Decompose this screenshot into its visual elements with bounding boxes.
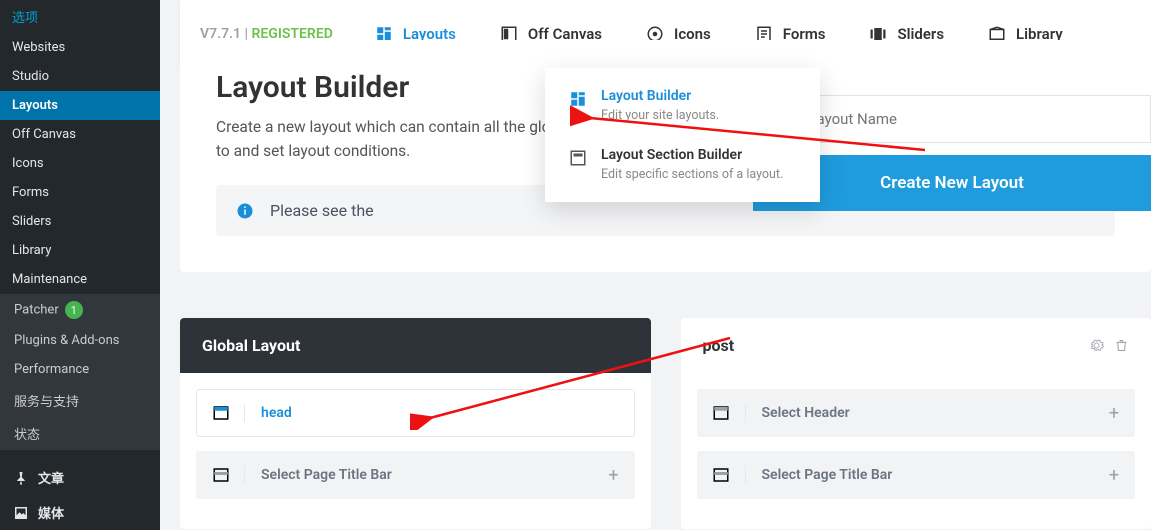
sidebar-item-maintenance[interactable]: Maintenance (0, 265, 160, 294)
layouts-dropdown: Layout Builder Edit your site layouts. L… (545, 68, 820, 202)
sidebar-item-library[interactable]: Library (0, 236, 160, 265)
dropdown-layout-builder[interactable]: Layout Builder Edit your site layouts. (545, 76, 820, 135)
sidebar-item-websites[interactable]: Websites (0, 33, 160, 62)
sidebar-sub-performance[interactable]: Performance (0, 355, 160, 384)
sidebar-sub-plugins[interactable]: Plugins & Add-ons (0, 326, 160, 355)
admin-sidebar: 选项 Websites Studio Layouts Off Canvas Ic… (0, 0, 160, 530)
sidebar-item-layouts[interactable]: Layouts (0, 91, 160, 120)
add-icon[interactable]: + (1094, 465, 1134, 486)
pin-icon (12, 469, 30, 487)
post-layout-card: post Select Header + Select Page Title B… (681, 318, 1151, 529)
add-icon[interactable]: + (594, 465, 634, 486)
sidebar-item-studio[interactable]: Studio (0, 62, 160, 91)
sidebar-item-media[interactable]: 媒体 (0, 495, 160, 530)
patcher-badge: 1 (65, 301, 83, 319)
gear-icon[interactable] (1089, 338, 1104, 353)
global-card-header: Global Layout (180, 318, 651, 373)
post-slot-header[interactable]: Select Header + (697, 389, 1136, 437)
section-icon (569, 149, 587, 167)
sidebar-item-posts[interactable]: 文章 (0, 460, 160, 495)
sidebar-item-options[interactable]: 选项 (0, 0, 160, 33)
sidebar-sub-status[interactable]: 状态 (0, 417, 160, 450)
sidebar-sub-patcher[interactable]: Patcher1 (0, 294, 160, 326)
global-slot-head[interactable]: head (196, 389, 635, 437)
info-icon (236, 202, 254, 220)
layout-cards: Global Layout head Select Page Title Bar… (180, 318, 1151, 529)
titlebar-icon (212, 466, 230, 484)
sidebar-item-offcanvas[interactable]: Off Canvas (0, 120, 160, 149)
layout-icon (569, 90, 587, 108)
dropdown-section-builder[interactable]: Layout Section Builder Edit specific sec… (545, 135, 820, 194)
add-icon[interactable]: + (1094, 403, 1134, 424)
global-slot-ptb[interactable]: Select Page Title Bar + (196, 451, 635, 499)
header-icon (212, 404, 230, 422)
post-card-header: post (681, 318, 1151, 373)
global-layout-card: Global Layout head Select Page Title Bar… (180, 318, 651, 529)
header-icon (712, 404, 730, 422)
sidebar-item-forms[interactable]: Forms (0, 178, 160, 207)
sidebar-item-icons[interactable]: Icons (0, 149, 160, 178)
sidebar-item-sliders[interactable]: Sliders (0, 207, 160, 236)
titlebar-icon (712, 466, 730, 484)
photo-icon (12, 504, 30, 522)
sidebar-sub-support[interactable]: 服务与支持 (0, 384, 160, 417)
trash-icon[interactable] (1114, 338, 1129, 353)
main-area: Layout Builder Create a new layout which… (160, 0, 1151, 530)
post-slot-ptb[interactable]: Select Page Title Bar + (697, 451, 1136, 499)
